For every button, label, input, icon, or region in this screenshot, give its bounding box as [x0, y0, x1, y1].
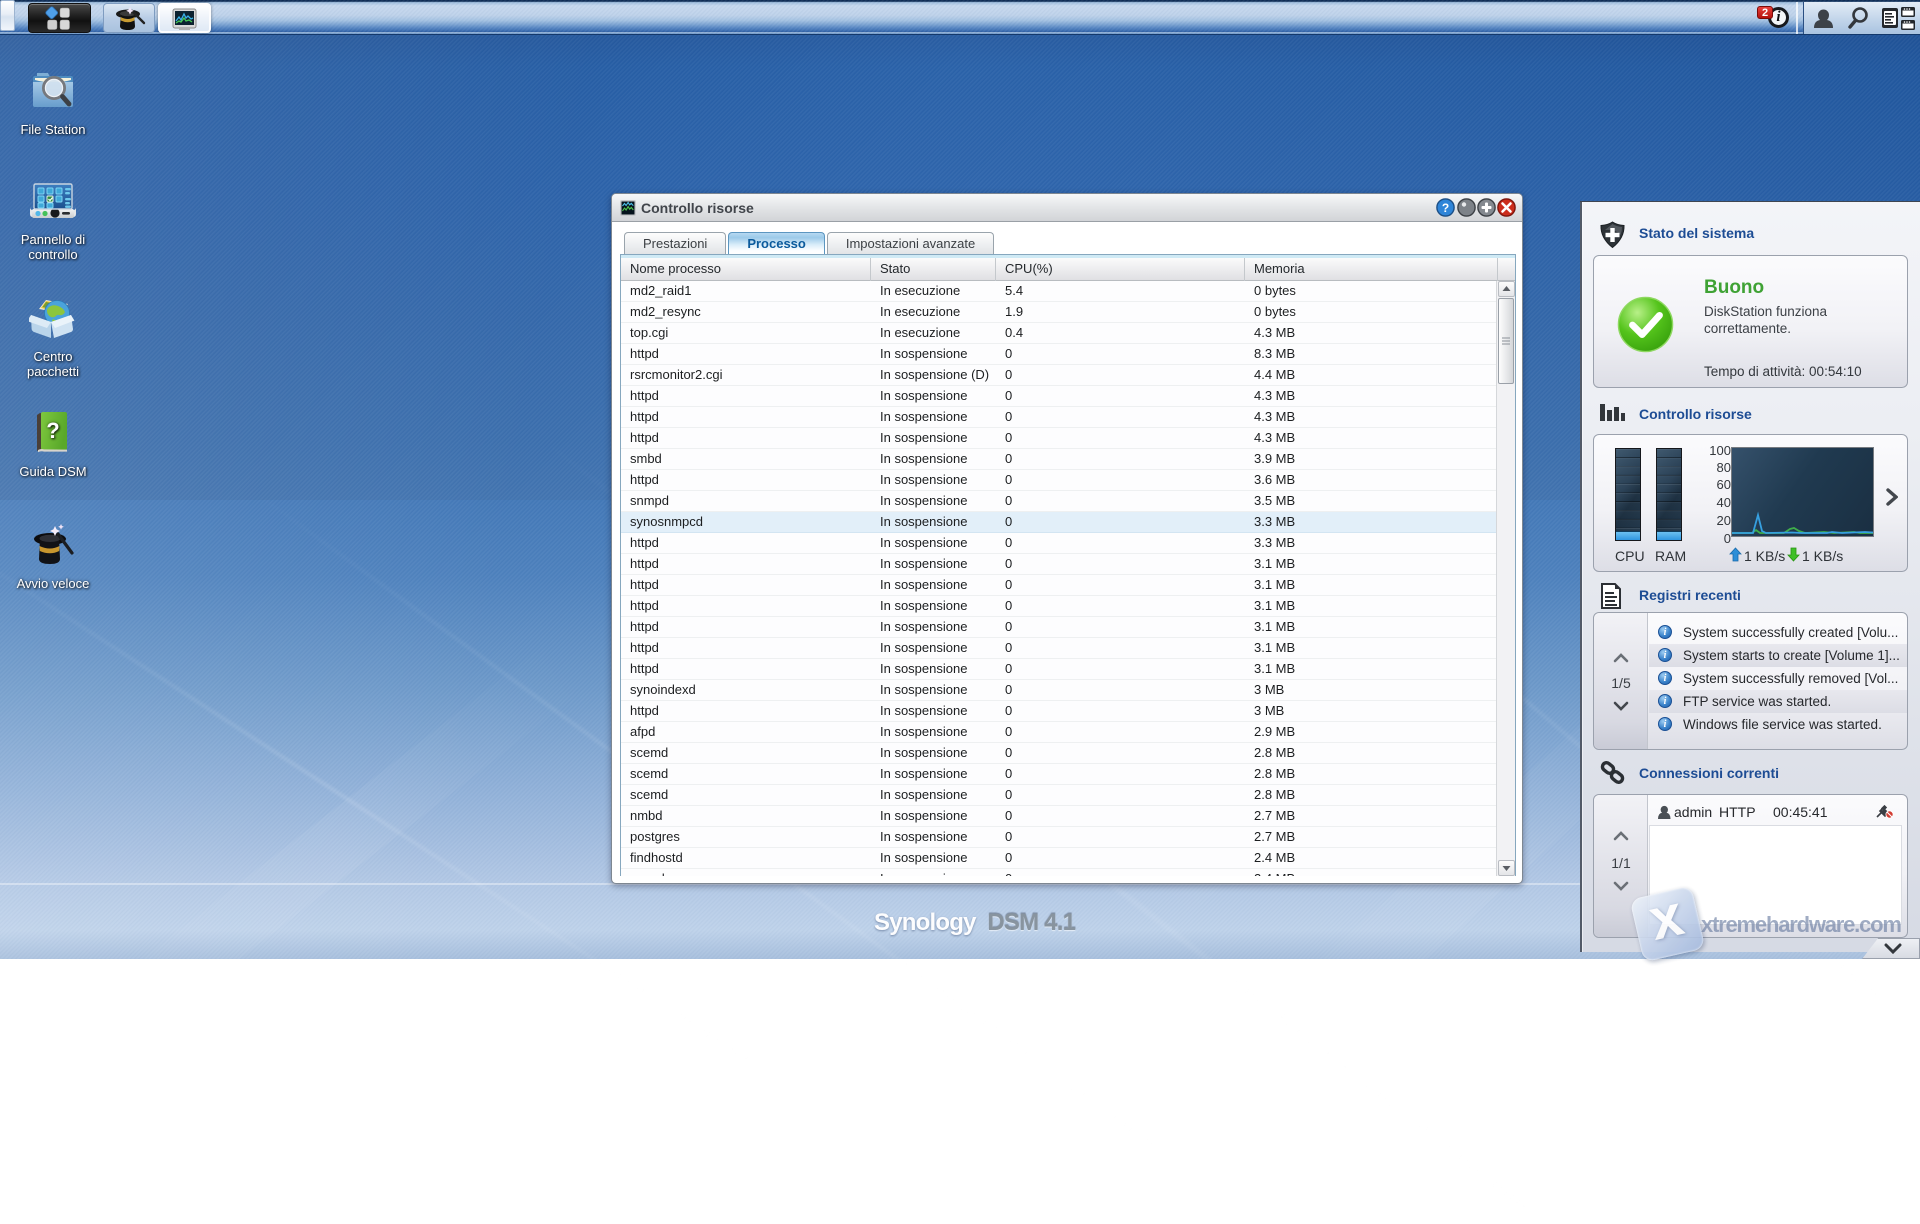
svg-text:?: ? [1442, 201, 1449, 215]
svg-text:?: ? [46, 418, 59, 443]
